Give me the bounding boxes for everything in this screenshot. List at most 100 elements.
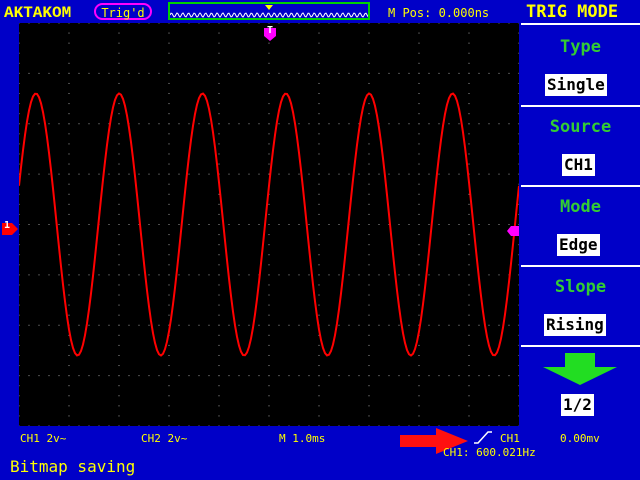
graticule-dot: [368, 72, 370, 74]
menu-item-slope[interactable]: Slope Rising: [521, 265, 640, 345]
graticule-dot: [518, 425, 520, 427]
graticule-dot: [458, 224, 460, 225]
graticule-dot: [518, 42, 520, 44]
graticule-dot: [378, 324, 380, 326]
graticule-dot: [218, 62, 220, 64]
graticule-dot: [518, 72, 520, 74]
graticule-dot: [268, 334, 270, 336]
graticule-dot: [198, 274, 200, 276]
graticule-dot: [68, 72, 70, 74]
graticule-dot: [208, 123, 210, 125]
graticule-dot: [18, 425, 20, 427]
graticule-dot: [168, 123, 170, 125]
graticule-dot: [48, 224, 50, 225]
graticule-dot: [188, 224, 190, 225]
graticule-dot: [428, 425, 430, 427]
graticule-dot: [118, 42, 120, 44]
menu-item-mode[interactable]: Mode Edge: [521, 185, 640, 265]
graticule-dot: [208, 324, 210, 326]
graticule-dot: [468, 93, 470, 95]
graticule-dot: [68, 113, 70, 115]
graticule-dot: [248, 274, 250, 276]
graticule-dot: [18, 244, 20, 246]
graticule-dot: [38, 22, 40, 24]
graticule-dot: [238, 274, 240, 276]
graticule-dot: [118, 354, 120, 356]
brand-logo: AKTAKOM: [4, 4, 72, 22]
ch1-scale: CH1 2v~: [20, 432, 67, 445]
graticule-dot: [88, 173, 90, 175]
graticule-dot: [68, 395, 70, 397]
graticule-dot: [468, 42, 470, 44]
graticule-dot: [508, 173, 510, 175]
graticule-dot: [318, 234, 320, 236]
graticule-dot: [508, 425, 510, 427]
graticule-dot: [428, 375, 430, 377]
graticule-dot: [268, 22, 270, 24]
graticule-dot: [68, 375, 70, 377]
graticule-dot: [268, 203, 270, 205]
graticule-dot: [68, 123, 70, 125]
graticule-dot: [318, 72, 320, 74]
graticule-dot: [278, 375, 280, 377]
graticule-dot: [388, 425, 390, 427]
graticule-dot: [338, 224, 340, 225]
graticule-dot: [18, 72, 20, 74]
ch1-ground-marker: 1: [2, 220, 18, 235]
graticule-dot: [198, 224, 200, 225]
graticule-dot: [18, 22, 20, 24]
memory-buffer-indicator: [168, 2, 370, 20]
graticule-dot: [248, 72, 250, 74]
graticule-dot: [168, 113, 170, 115]
graticule-dot: [348, 324, 350, 326]
graticule-dot: [338, 375, 340, 377]
graticule-dot: [238, 72, 240, 74]
graticule-dot: [108, 72, 110, 74]
graticule-dot: [68, 244, 70, 246]
graticule-dot: [518, 294, 520, 296]
graticule-dot: [418, 22, 420, 24]
menu-item-type[interactable]: Type Single: [521, 23, 640, 105]
graticule-dot: [148, 274, 150, 276]
graticule-dot: [18, 405, 20, 407]
graticule-dot: [368, 304, 370, 306]
graticule-dot: [468, 415, 470, 417]
graticule-dot: [218, 32, 220, 34]
graticule-dot: [248, 224, 250, 225]
menu-page-indicator: 1/2: [561, 394, 594, 416]
graticule-dot: [388, 375, 390, 377]
graticule-dot: [268, 284, 270, 286]
graticule-dot: [218, 284, 220, 286]
graticule-dot: [188, 72, 190, 74]
graticule-dot: [218, 294, 220, 296]
graticule-dot: [468, 324, 470, 326]
graticule-dot: [118, 294, 120, 296]
graticule-dot: [18, 395, 20, 397]
graticule-dot: [518, 274, 520, 276]
graticule-dot: [128, 274, 130, 276]
menu-item-source[interactable]: Source CH1: [521, 105, 640, 185]
graticule-dot: [258, 375, 260, 377]
graticule-dot: [428, 274, 430, 276]
graticule-dot: [268, 415, 270, 417]
graticule-dot: [218, 153, 220, 155]
graticule-dot: [318, 314, 320, 316]
menu-next-page[interactable]: 1/2: [521, 345, 640, 426]
graticule-dot: [168, 274, 170, 276]
graticule-dot: [238, 425, 240, 427]
graticule-dot: [118, 203, 120, 205]
graticule-dot: [468, 52, 470, 54]
graticule-dot: [478, 72, 480, 74]
graticule-dot: [98, 22, 100, 24]
graticule-dot: [318, 82, 320, 84]
graticule-dot: [518, 183, 520, 185]
graticule-dot: [308, 425, 310, 427]
graticule-dot: [18, 314, 20, 316]
graticule-dot: [368, 344, 370, 346]
graticule-dot: [458, 375, 460, 377]
graticule-dot: [468, 395, 470, 397]
graticule-dot: [428, 173, 430, 175]
graticule-dot: [458, 123, 460, 125]
graticule-dot: [48, 274, 50, 276]
graticule-dot: [68, 173, 70, 175]
